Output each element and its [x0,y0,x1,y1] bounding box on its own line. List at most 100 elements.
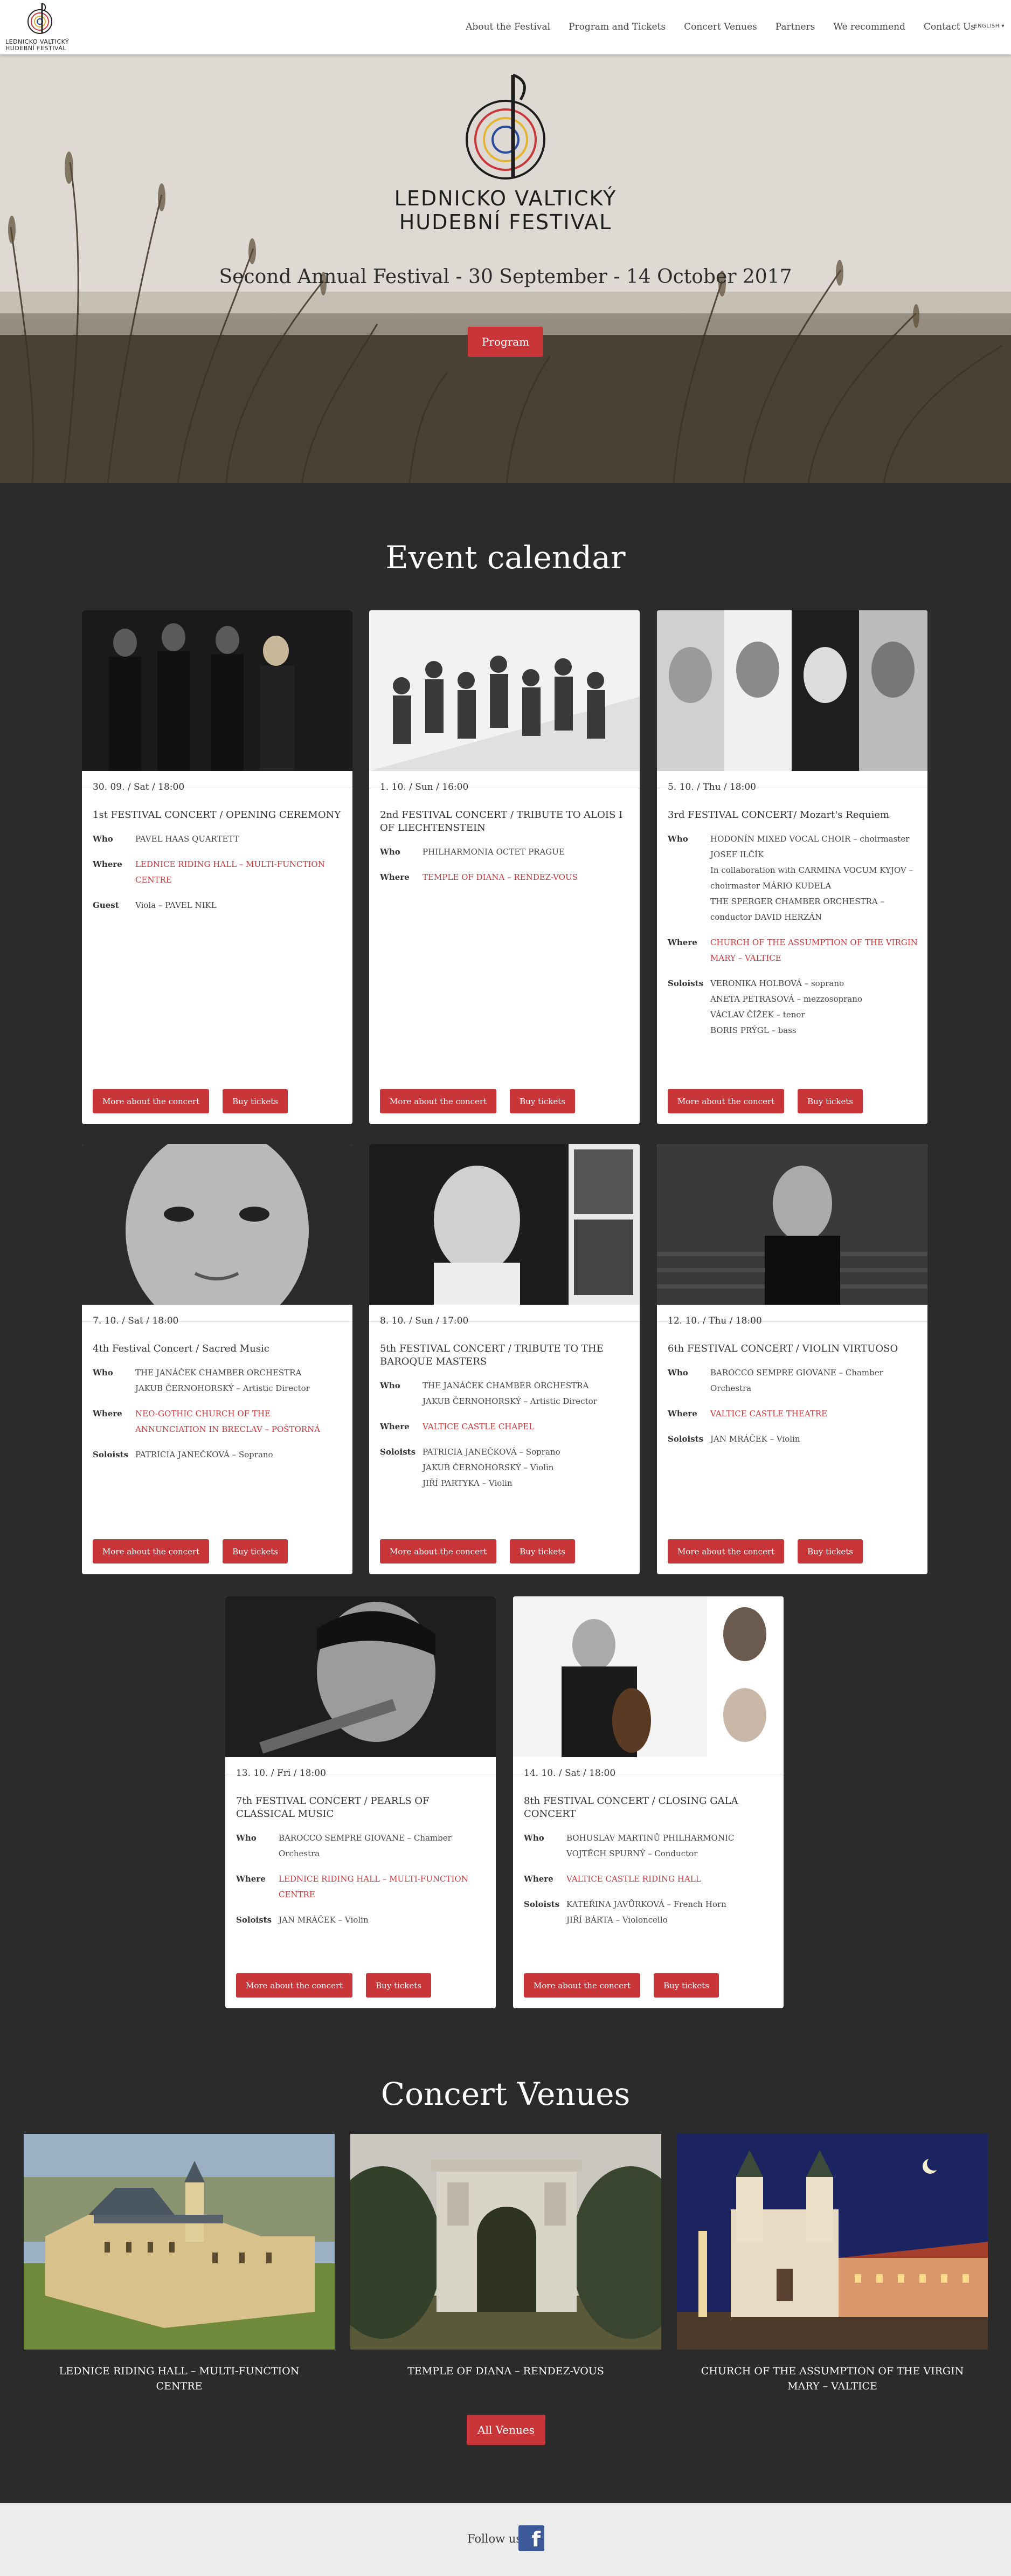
nav-link-about[interactable]: About the Festival [466,22,550,32]
event-extra-row: Soloists KATEŘINA JAVŮRKOVÁ – French Horn… [524,1897,774,1928]
extra-label: Soloists [236,1915,272,1925]
buy-tickets-button[interactable]: Buy tickets [654,1973,719,1998]
where-label: Where [93,859,122,869]
event-card: 30. 09. / Sat / 18:00 1st FESTIVAL CONCER… [82,610,352,1124]
event-venue-link[interactable]: LEDNICE RIDING HALL – MULTI-FUNCTION CEN… [135,857,343,888]
buy-tickets-button[interactable]: Buy tickets [798,1089,863,1113]
event-extra-row: Soloists JAN MRÁČEK – Violin [236,1912,487,1928]
follow-us-label: Follow us [467,2532,522,2545]
nav-link-contact[interactable]: Contact Us [924,22,975,32]
event-who: HODONÍN MIXED VOCAL CHOIR – choirmaster … [710,834,913,922]
buy-tickets-button[interactable]: Buy tickets [798,1539,863,1563]
event-venue-link[interactable]: VALTICE CASTLE RIDING HALL [566,1871,774,1887]
event-title: 2nd FESTIVAL CONCERT / TRIBUTE TO ALOIS … [380,809,623,834]
who-label: Who [668,1368,688,1377]
more-about-concert-button[interactable]: More about the concert [236,1973,353,1998]
event-date: 13. 10. / Fri / 18:00 [236,1768,326,1779]
event-extra-row: Guest Viola – PAVEL NIKL [93,898,343,913]
more-about-concert-button[interactable]: More about the concert [380,1539,497,1563]
event-extra-row: Soloists PATRICIA JANEČKOVÁ – Soprano JAK… [380,1444,631,1491]
venue-caption[interactable]: LEDNICE RIDING HALL – MULTI-FUNCTION CEN… [24,2364,335,2394]
buy-tickets-button[interactable]: Buy tickets [510,1539,575,1563]
extra-label: Soloists [668,1434,704,1444]
event-photo [82,610,352,771]
venue-image[interactable] [677,2134,988,2350]
event-who-row: Who HODONÍN MIXED VOCAL CHOIR – choirmast… [668,831,918,925]
venue-photo-diana [350,2134,661,2350]
hero-logo-text: LEDNICKO VALTICKÝ HUDEBNÍ FESTIVAL [377,187,634,234]
event-extra-row: Soloists VERONIKA HOLBOVÁ – soprano ANETA… [668,976,918,1038]
site-logo[interactable]: LEDNICKO VALTICKÝ HUDEBNÍ FESTIVAL [4,2,80,52]
buy-tickets-button[interactable]: Buy tickets [510,1089,575,1113]
event-who: BAROCCO SEMPRE GIOVANE – Chamber Orchest… [279,1833,452,1858]
event-venue-link[interactable]: CHURCH OF THE ASSUMPTION OF THE VIRGIN M… [710,935,918,966]
event-who: THE JANÁČEK CHAMBER ORCHESTRA JAKUB ČERN… [423,1381,597,1406]
event-where-row: Where LEDNICE RIDING HALL – MULTI-FUNCTIO… [93,857,343,888]
where-label: Where [380,1422,410,1431]
language-selector[interactable]: ENGLISH ▾ [974,23,1005,29]
nav-menu: About the Festival Program and Tickets C… [466,22,975,32]
event-card: 12. 10. / Thu / 18:00 6th FESTIVAL CONCER… [657,1144,927,1574]
nav-link-program[interactable]: Program and Tickets [569,22,666,32]
event-venue-link[interactable]: TEMPLE OF DIANA – RENDEZ-VOUS [423,870,631,885]
event-date: 8. 10. / Sun / 17:00 [380,1315,469,1326]
event-date: 12. 10. / Thu / 18:00 [668,1315,762,1326]
more-about-concert-button[interactable]: More about the concert [93,1539,210,1563]
venue-photo-church [677,2134,988,2350]
program-button[interactable]: Program [468,327,543,357]
nav-link-partners[interactable]: Partners [775,22,815,32]
venue-image[interactable] [350,2134,661,2350]
venue-photo-lednice [24,2134,335,2350]
more-about-concert-button[interactable]: More about the concert [668,1539,785,1563]
venue-image[interactable] [24,2134,335,2350]
venue-card[interactable]: TEMPLE OF DIANA – RENDEZ-VOUS [350,2134,661,2379]
buy-tickets-button[interactable]: Buy tickets [223,1089,288,1113]
where-label: Where [93,1409,122,1418]
who-label: Who [93,834,113,844]
more-about-concert-button[interactable]: More about the concert [668,1089,785,1113]
all-venues-button[interactable]: All Venues [467,2415,545,2445]
event-photo [657,610,927,771]
event-date: 5. 10. / Thu / 18:00 [668,782,756,793]
venue-card[interactable]: LEDNICE RIDING HALL – MULTI-FUNCTION CEN… [24,2134,335,2394]
more-about-concert-button[interactable]: More about the concert [524,1973,641,1998]
event-date: 14. 10. / Sat / 18:00 [524,1768,616,1779]
event-venue-link[interactable]: VALTICE CASTLE CHAPEL [423,1419,631,1435]
facebook-icon[interactable]: f [518,2525,544,2551]
where-label: Where [668,1409,697,1418]
buy-tickets-button[interactable]: Buy tickets [223,1539,288,1563]
who-label: Who [524,1833,544,1843]
extra-label: Soloists [524,1899,560,1909]
event-venue-link[interactable]: NEO-GOTHIC CHURCH OF THE ANNUNCIATION IN… [135,1406,343,1437]
where-label: Where [380,872,410,882]
event-venue-link[interactable]: VALTICE CASTLE THEATRE [710,1406,918,1422]
event-extra-row: Soloists JAN MRÁČEK – Violin [668,1431,918,1447]
event-calendar-title: Event calendar [385,539,626,576]
venue-caption[interactable]: TEMPLE OF DIANA – RENDEZ-VOUS [350,2364,661,2379]
venue-caption[interactable]: CHURCH OF THE ASSUMPTION OF THE VIRGIN M… [677,2364,988,2394]
event-who-row: Who THE JANÁČEK CHAMBER ORCHESTRA JAKUB Č… [93,1365,343,1396]
event-card: 5. 10. / Thu / 18:00 3rd FESTIVAL CONCERT… [657,610,927,1124]
event-card: 14. 10. / Sat / 18:00 8th FESTIVAL CONCER… [513,1596,784,2008]
who-label: Who [668,834,688,844]
event-card: 7. 10. / Sat / 18:00 4th Festival Concert… [82,1144,352,1574]
more-about-concert-button[interactable]: More about the concert [380,1089,497,1113]
event-photo [369,610,640,771]
event-card: 1. 10. / Sun / 16:00 2nd FESTIVAL CONCERT… [369,610,640,1124]
top-navigation: LEDNICKO VALTICKÝ HUDEBNÍ FESTIVAL About… [0,0,1011,54]
event-date: 7. 10. / Sat / 18:00 [93,1315,179,1326]
venue-card[interactable]: CHURCH OF THE ASSUMPTION OF THE VIRGIN M… [677,2134,988,2394]
event-title: 7th FESTIVAL CONCERT / PEARLS OF CLASSIC… [236,1795,430,1820]
nav-link-recommend[interactable]: We recommend [833,22,905,32]
event-venue-link[interactable]: LEDNICE RIDING HALL – MULTI-FUNCTION CEN… [279,1871,487,1903]
event-extra: KATEŘINA JAVŮRKOVÁ – French Horn JIŘÍ BÁ… [566,1899,726,1925]
extra-label: Soloists [668,979,704,988]
concert-venues-title: Concert Venues [380,2076,631,2112]
hero-subtitle: Second Annual Festival - 30 September - … [219,266,792,288]
event-who-row: Who PAVEL HAAS QUARTETT [93,831,343,847]
nav-link-venues[interactable]: Concert Venues [684,22,757,32]
event-extra: JAN MRÁČEK – Violin [710,1434,800,1444]
buy-tickets-button[interactable]: Buy tickets [366,1973,431,1998]
more-about-concert-button[interactable]: More about the concert [93,1089,210,1113]
logo-text-line-2: HUDEBNÍ FESTIVAL [5,45,66,52]
